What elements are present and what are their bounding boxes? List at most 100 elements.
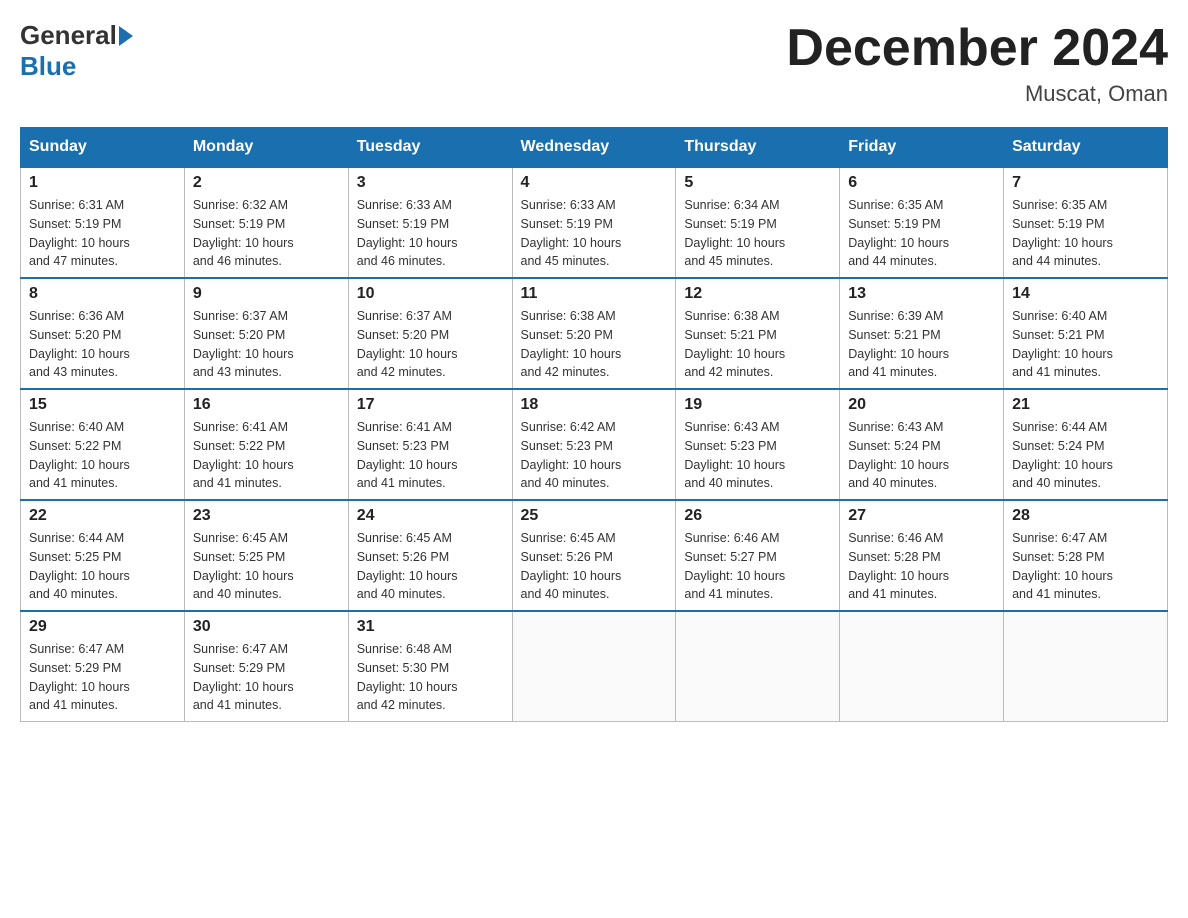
day-info: Sunrise: 6:35 AMSunset: 5:19 PMDaylight:…: [1012, 196, 1159, 271]
day-info: Sunrise: 6:43 AMSunset: 5:23 PMDaylight:…: [684, 418, 831, 493]
day-info: Sunrise: 6:35 AMSunset: 5:19 PMDaylight:…: [848, 196, 995, 271]
calendar-cell-w3-d3: 17Sunrise: 6:41 AMSunset: 5:23 PMDayligh…: [348, 389, 512, 500]
day-number: 23: [193, 507, 340, 525]
day-info: Sunrise: 6:36 AMSunset: 5:20 PMDaylight:…: [29, 307, 176, 382]
calendar-cell-w1-d6: 6 Sunrise: 6:35 AMSunset: 5:19 PMDaylight…: [840, 167, 1004, 278]
month-title: December 2024: [786, 20, 1168, 77]
day-number: 12: [684, 285, 831, 303]
calendar-cell-w2-d5: 12 Sunrise: 6:38 AMSunset: 5:21 PMDayligh…: [676, 278, 840, 389]
calendar-cell-w2-d7: 14 Sunrise: 6:40 AMSunset: 5:21 PMDayligh…: [1004, 278, 1168, 389]
calendar-table: Sunday Monday Tuesday Wednesday Thursday…: [20, 127, 1168, 722]
col-monday: Monday: [184, 128, 348, 168]
day-number: 20: [848, 396, 995, 414]
day-number: 2: [193, 174, 340, 192]
day-info: Sunrise: 6:38 AMSunset: 5:21 PMDaylight:…: [684, 307, 831, 382]
calendar-cell-w1-d5: 5Sunrise: 6:34 AMSunset: 5:19 PMDaylight…: [676, 167, 840, 278]
day-number: 26: [684, 507, 831, 525]
day-info: Sunrise: 6:39 AMSunset: 5:21 PMDaylight:…: [848, 307, 995, 382]
day-number: 11: [521, 285, 668, 303]
calendar-cell-w3-d6: 20 Sunrise: 6:43 AMSunset: 5:24 PMDayligh…: [840, 389, 1004, 500]
day-info: Sunrise: 6:40 AMSunset: 5:21 PMDaylight:…: [1012, 307, 1159, 382]
page-header: General Blue December 2024 Muscat, Oman: [20, 20, 1168, 107]
day-info: Sunrise: 6:42 AMSunset: 5:23 PMDaylight:…: [521, 418, 668, 493]
day-info: Sunrise: 6:47 AMSunset: 5:28 PMDaylight:…: [1012, 529, 1159, 604]
day-number: 14: [1012, 285, 1159, 303]
calendar-cell-w2-d6: 13 Sunrise: 6:39 AMSunset: 5:21 PMDayligh…: [840, 278, 1004, 389]
day-number: 21: [1012, 396, 1159, 414]
day-info: Sunrise: 6:34 AMSunset: 5:19 PMDaylight:…: [684, 196, 831, 271]
calendar-header-row: Sunday Monday Tuesday Wednesday Thursday…: [21, 128, 1168, 168]
calendar-week-5: 29Sunrise: 6:47 AMSunset: 5:29 PMDayligh…: [21, 611, 1168, 722]
col-thursday: Thursday: [676, 128, 840, 168]
day-info: Sunrise: 6:41 AMSunset: 5:22 PMDaylight:…: [193, 418, 340, 493]
day-info: Sunrise: 6:44 AMSunset: 5:24 PMDaylight:…: [1012, 418, 1159, 493]
day-number: 9: [193, 285, 340, 303]
day-info: Sunrise: 6:33 AMSunset: 5:19 PMDaylight:…: [521, 196, 668, 271]
day-info: Sunrise: 6:46 AMSunset: 5:28 PMDaylight:…: [848, 529, 995, 604]
calendar-week-4: 22 Sunrise: 6:44 AMSunset: 5:25 PMDayligh…: [21, 500, 1168, 611]
day-info: Sunrise: 6:46 AMSunset: 5:27 PMDaylight:…: [684, 529, 831, 604]
day-number: 24: [357, 507, 504, 525]
calendar-cell-w5-d5: [676, 611, 840, 722]
calendar-cell-w5-d1: 29Sunrise: 6:47 AMSunset: 5:29 PMDayligh…: [21, 611, 185, 722]
day-info: Sunrise: 6:47 AMSunset: 5:29 PMDaylight:…: [29, 640, 176, 715]
calendar-cell-w1-d3: 3Sunrise: 6:33 AMSunset: 5:19 PMDaylight…: [348, 167, 512, 278]
day-info: Sunrise: 6:37 AMSunset: 5:20 PMDaylight:…: [357, 307, 504, 382]
day-info: Sunrise: 6:48 AMSunset: 5:30 PMDaylight:…: [357, 640, 504, 715]
calendar-cell-w5-d7: [1004, 611, 1168, 722]
calendar-cell-w5-d6: [840, 611, 1004, 722]
calendar-cell-w5-d3: 31Sunrise: 6:48 AMSunset: 5:30 PMDayligh…: [348, 611, 512, 722]
calendar-cell-w3-d5: 19 Sunrise: 6:43 AMSunset: 5:23 PMDayligh…: [676, 389, 840, 500]
calendar-cell-w1-d7: 7 Sunrise: 6:35 AMSunset: 5:19 PMDaylight…: [1004, 167, 1168, 278]
day-info: Sunrise: 6:45 AMSunset: 5:26 PMDaylight:…: [357, 529, 504, 604]
logo-arrow-icon: [119, 26, 133, 46]
calendar-cell-w4-d4: 25 Sunrise: 6:45 AMSunset: 5:26 PMDayligh…: [512, 500, 676, 611]
day-number: 6: [848, 174, 995, 192]
calendar-cell-w1-d1: 1Sunrise: 6:31 AMSunset: 5:19 PMDaylight…: [21, 167, 185, 278]
day-info: Sunrise: 6:38 AMSunset: 5:20 PMDaylight:…: [521, 307, 668, 382]
col-friday: Friday: [840, 128, 1004, 168]
calendar-cell-w2-d4: 11 Sunrise: 6:38 AMSunset: 5:20 PMDayligh…: [512, 278, 676, 389]
day-info: Sunrise: 6:31 AMSunset: 5:19 PMDaylight:…: [29, 196, 176, 271]
calendar-cell-w1-d4: 4Sunrise: 6:33 AMSunset: 5:19 PMDaylight…: [512, 167, 676, 278]
location: Muscat, Oman: [786, 81, 1168, 107]
title-section: December 2024 Muscat, Oman: [786, 20, 1168, 107]
day-number: 27: [848, 507, 995, 525]
calendar-cell-w4-d5: 26 Sunrise: 6:46 AMSunset: 5:27 PMDayligh…: [676, 500, 840, 611]
calendar-cell-w5-d4: [512, 611, 676, 722]
day-number: 10: [357, 285, 504, 303]
calendar-cell-w4-d6: 27 Sunrise: 6:46 AMSunset: 5:28 PMDayligh…: [840, 500, 1004, 611]
day-number: 3: [357, 174, 504, 192]
day-info: Sunrise: 6:32 AMSunset: 5:19 PMDaylight:…: [193, 196, 340, 271]
col-sunday: Sunday: [21, 128, 185, 168]
col-tuesday: Tuesday: [348, 128, 512, 168]
calendar-cell-w3-d7: 21 Sunrise: 6:44 AMSunset: 5:24 PMDayligh…: [1004, 389, 1168, 500]
day-info: Sunrise: 6:44 AMSunset: 5:25 PMDaylight:…: [29, 529, 176, 604]
calendar-cell-w5-d2: 30Sunrise: 6:47 AMSunset: 5:29 PMDayligh…: [184, 611, 348, 722]
calendar-cell-w4-d1: 22 Sunrise: 6:44 AMSunset: 5:25 PMDayligh…: [21, 500, 185, 611]
day-number: 15: [29, 396, 176, 414]
calendar-cell-w3-d1: 15Sunrise: 6:40 AMSunset: 5:22 PMDayligh…: [21, 389, 185, 500]
day-number: 30: [193, 618, 340, 636]
calendar-cell-w1-d2: 2 Sunrise: 6:32 AMSunset: 5:19 PMDaylight…: [184, 167, 348, 278]
calendar-week-2: 8 Sunrise: 6:36 AMSunset: 5:20 PMDaylight…: [21, 278, 1168, 389]
day-info: Sunrise: 6:43 AMSunset: 5:24 PMDaylight:…: [848, 418, 995, 493]
day-info: Sunrise: 6:37 AMSunset: 5:20 PMDaylight:…: [193, 307, 340, 382]
day-number: 13: [848, 285, 995, 303]
calendar-week-3: 15Sunrise: 6:40 AMSunset: 5:22 PMDayligh…: [21, 389, 1168, 500]
day-number: 7: [1012, 174, 1159, 192]
logo: General Blue: [20, 20, 135, 82]
calendar-week-1: 1Sunrise: 6:31 AMSunset: 5:19 PMDaylight…: [21, 167, 1168, 278]
calendar-cell-w2-d1: 8 Sunrise: 6:36 AMSunset: 5:20 PMDaylight…: [21, 278, 185, 389]
day-number: 25: [521, 507, 668, 525]
col-saturday: Saturday: [1004, 128, 1168, 168]
day-number: 8: [29, 285, 176, 303]
day-number: 18: [521, 396, 668, 414]
calendar-cell-w3-d4: 18 Sunrise: 6:42 AMSunset: 5:23 PMDayligh…: [512, 389, 676, 500]
day-info: Sunrise: 6:41 AMSunset: 5:23 PMDaylight:…: [357, 418, 504, 493]
day-number: 28: [1012, 507, 1159, 525]
day-info: Sunrise: 6:45 AMSunset: 5:26 PMDaylight:…: [521, 529, 668, 604]
day-number: 19: [684, 396, 831, 414]
day-number: 22: [29, 507, 176, 525]
calendar-cell-w4-d3: 24 Sunrise: 6:45 AMSunset: 5:26 PMDayligh…: [348, 500, 512, 611]
